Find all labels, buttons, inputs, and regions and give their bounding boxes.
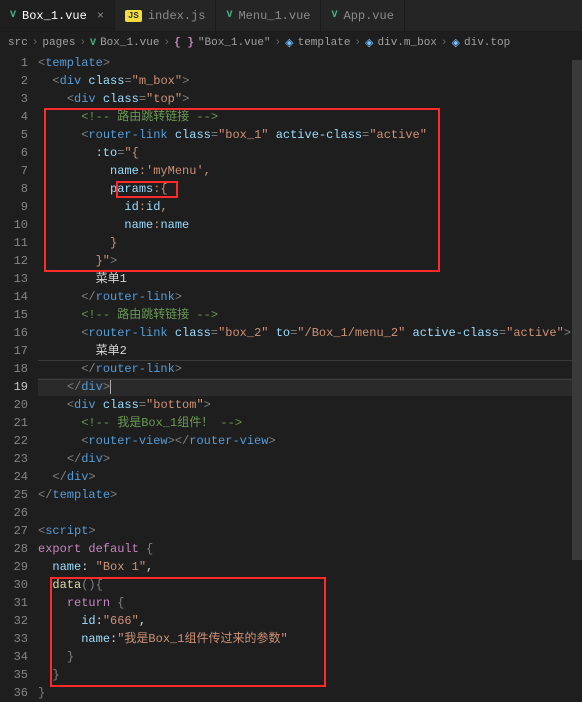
line-number: 12 [0,252,28,270]
line-number: 1 [0,54,28,72]
line-number: 16 [0,324,28,342]
symbol-icon: ◈ [365,36,373,50]
line-number: 7 [0,162,28,180]
code-area[interactable]: <template> <div class="m_box"> <div clas… [38,54,582,702]
line-number: 18 [0,360,28,378]
scrollbar-thumb[interactable] [572,60,582,560]
code-editor[interactable]: 1234567891011121314151617181920212223242… [0,54,582,702]
line-number: 23 [0,450,28,468]
line-number: 27 [0,522,28,540]
line-number: 34 [0,648,28,666]
tab-label: Menu_1.vue [238,9,310,23]
line-number: 13 [0,270,28,288]
crumb-file[interactable]: VBox_1.vue [90,37,159,49]
tab-label: Box_1.vue [22,9,87,23]
vue-icon: V [90,38,96,49]
vertical-scrollbar[interactable] [572,50,582,679]
chevron-right-icon: › [354,37,361,49]
close-icon[interactable]: × [97,9,104,23]
line-number: 9 [0,198,28,216]
editor-tabs: V Box_1.vue × JS index.js V Menu_1.vue V… [0,0,582,32]
line-number: 20 [0,396,28,414]
line-number: 35 [0,666,28,684]
tab-appvue[interactable]: V App.vue [321,0,404,31]
line-number: 29 [0,558,28,576]
line-number: 21 [0,414,28,432]
line-number: 26 [0,504,28,522]
line-number: 32 [0,612,28,630]
line-number: 4 [0,108,28,126]
crumb-src[interactable]: src [8,37,28,49]
line-number: 8 [0,180,28,198]
crumb-obj[interactable]: { }"Box_1.vue" [174,37,270,49]
text-cursor [110,380,111,394]
line-number: 6 [0,144,28,162]
vue-icon: V [331,10,337,21]
line-number: 17 [0,342,28,360]
crumb-pages[interactable]: pages [42,37,75,49]
crumb-div-top[interactable]: ◈div.top [452,36,511,50]
line-number: 25 [0,486,28,504]
line-number: 30 [0,576,28,594]
line-number: 22 [0,432,28,450]
line-number: 11 [0,234,28,252]
crumb-div-mbox[interactable]: ◈div.m_box [365,36,437,50]
tab-label: App.vue [344,9,394,23]
line-number: 24 [0,468,28,486]
chevron-right-icon: › [275,37,282,49]
line-number: 28 [0,540,28,558]
breadcrumbs: src › pages › VBox_1.vue › { }"Box_1.vue… [0,32,582,54]
tab-indexjs[interactable]: JS index.js [115,0,216,31]
chevron-right-icon: › [441,37,448,49]
symbol-icon: ◈ [452,36,460,50]
braces-icon: { } [174,37,194,49]
line-number: 5 [0,126,28,144]
line-number: 3 [0,90,28,108]
tab-label: index.js [148,9,206,23]
vue-icon: V [226,10,232,21]
vue-icon: V [10,10,16,21]
line-number: 15 [0,306,28,324]
tab-box1[interactable]: V Box_1.vue × [0,0,115,31]
chevron-right-icon: › [79,37,86,49]
line-number: 14 [0,288,28,306]
line-gutter: 1234567891011121314151617181920212223242… [0,54,38,702]
chevron-right-icon: › [163,37,170,49]
tab-menu1[interactable]: V Menu_1.vue [216,0,321,31]
js-icon: JS [125,10,142,22]
line-number: 2 [0,72,28,90]
crumb-template[interactable]: ◈template [285,36,350,50]
line-number: 10 [0,216,28,234]
line-number: 19 [0,378,28,396]
line-number: 33 [0,630,28,648]
chevron-right-icon: › [32,37,39,49]
line-number: 36 [0,684,28,702]
line-number: 31 [0,594,28,612]
symbol-icon: ◈ [285,36,293,50]
